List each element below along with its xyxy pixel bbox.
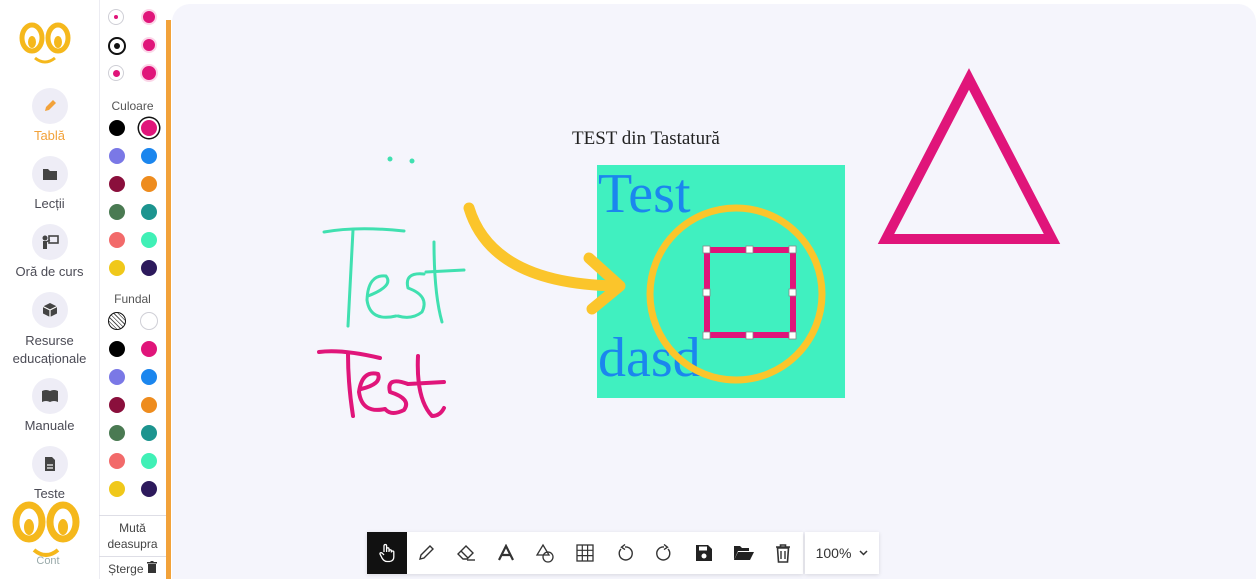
color-swatch-mint[interactable] bbox=[141, 232, 157, 248]
book-icon bbox=[31, 378, 68, 414]
trash-icon bbox=[146, 561, 157, 573]
selection-handles bbox=[702, 245, 797, 340]
color-swatch-magenta[interactable] bbox=[141, 120, 157, 136]
delete-label: Șterge bbox=[108, 562, 144, 576]
color-swatch-black[interactable] bbox=[109, 120, 125, 136]
fill-swatch-indigo[interactable] bbox=[141, 481, 157, 497]
fill-swatch-yellow[interactable] bbox=[109, 481, 125, 497]
green-handwriting-test bbox=[322, 156, 466, 328]
color-swatch-lavender[interactable] bbox=[109, 148, 125, 164]
undo-icon bbox=[618, 544, 633, 561]
open-folder-icon bbox=[733, 546, 754, 560]
nav-item-ora-de-curs[interactable]: Oră de curs bbox=[0, 224, 99, 279]
nav-label: Resurse educaționale bbox=[12, 333, 87, 366]
nav-item-teste[interactable]: Teste bbox=[0, 446, 99, 501]
color-section-title: Culoare bbox=[111, 99, 154, 113]
grid-tool-button[interactable] bbox=[565, 532, 605, 574]
color-swatch-indigo[interactable] bbox=[141, 260, 157, 276]
color-swatch-maroon[interactable] bbox=[109, 176, 125, 192]
text-tool-button[interactable] bbox=[486, 532, 526, 574]
palette-divider bbox=[99, 515, 166, 516]
nav-item-lectii[interactable]: Lecții bbox=[0, 156, 99, 211]
magenta-square-shape bbox=[704, 247, 796, 338]
fill-swatch-magenta[interactable] bbox=[141, 341, 157, 357]
hand-tool-button[interactable] bbox=[367, 532, 407, 574]
nav-label: Oră de curs bbox=[15, 264, 84, 279]
color-swatch-orange[interactable] bbox=[141, 176, 157, 192]
fill-swatch-teal[interactable] bbox=[141, 425, 157, 441]
pencil-icon bbox=[31, 88, 68, 124]
clear-canvas-button[interactable] bbox=[763, 532, 803, 574]
size-small-option[interactable] bbox=[108, 9, 124, 25]
fill-section-title: Fundal bbox=[114, 292, 151, 306]
redo-button[interactable] bbox=[644, 532, 684, 574]
delete-button[interactable]: Șterge bbox=[99, 561, 166, 577]
fill-swatch-lavender[interactable] bbox=[109, 369, 125, 385]
shapes-tool-button[interactable] bbox=[526, 532, 566, 574]
pen-tool-button[interactable] bbox=[407, 532, 447, 574]
size-small-swatch[interactable] bbox=[141, 9, 157, 25]
fill-swatch-orange[interactable] bbox=[141, 397, 157, 413]
save-button[interactable] bbox=[684, 532, 724, 574]
teacher-icon bbox=[31, 224, 68, 260]
shapes-icon bbox=[536, 543, 555, 563]
fill-swatch-mint[interactable] bbox=[141, 453, 157, 469]
fill-white-swatch[interactable] bbox=[140, 312, 158, 330]
trash-icon bbox=[776, 543, 791, 563]
magenta-triangle-shape bbox=[877, 68, 1061, 244]
eraser-icon bbox=[457, 545, 476, 561]
redo-icon bbox=[656, 544, 671, 561]
pen-icon bbox=[419, 545, 435, 560]
nav-label: Manuale bbox=[24, 418, 75, 433]
nav-item-tabla[interactable]: Tablă bbox=[0, 88, 99, 143]
palette-divider bbox=[99, 556, 166, 557]
zoom-select[interactable]: 100% bbox=[805, 532, 879, 574]
pink-handwriting-test bbox=[317, 349, 446, 418]
whiteboard-canvas[interactable]: TEST din Tastatură Test dasd bbox=[172, 4, 1256, 579]
yellow-arrow-shape bbox=[463, 202, 623, 292]
color-swatch-teal[interactable] bbox=[141, 204, 157, 220]
canvas-drawings bbox=[317, 68, 1061, 418]
nav-item-manuale[interactable]: Manuale bbox=[0, 378, 99, 433]
color-swatch-yellow[interactable] bbox=[109, 260, 125, 276]
cube-icon bbox=[31, 292, 68, 328]
grid-icon bbox=[576, 544, 594, 562]
text-icon bbox=[497, 544, 514, 561]
fill-none-swatch[interactable] bbox=[108, 312, 126, 330]
save-icon bbox=[695, 545, 712, 561]
nav-label: Lecții bbox=[34, 196, 65, 211]
hand-icon bbox=[379, 543, 395, 563]
zoom-value: 100% bbox=[815, 545, 852, 561]
size-large-swatch[interactable] bbox=[140, 64, 158, 82]
fill-swatch-blue[interactable] bbox=[141, 369, 157, 385]
folder-icon bbox=[31, 156, 68, 192]
color-swatch-blue[interactable] bbox=[141, 148, 157, 164]
main-nav: Tablă Lecții Oră de curs Resurse educați… bbox=[0, 0, 99, 579]
size-medium-option[interactable] bbox=[108, 37, 126, 55]
chevron-down-icon bbox=[859, 550, 868, 556]
nav-label: Teste bbox=[33, 486, 66, 501]
palette-scrollbar[interactable] bbox=[166, 20, 171, 579]
move-to-front-button[interactable]: Mută deasupra bbox=[99, 520, 166, 552]
undo-button[interactable] bbox=[605, 532, 645, 574]
eraser-tool-button[interactable] bbox=[446, 532, 486, 574]
logo-icon bbox=[12, 501, 80, 557]
color-swatch-salmon[interactable] bbox=[109, 232, 125, 248]
nav-item-resurse[interactable]: Resurse educaționale bbox=[0, 292, 99, 368]
fill-swatch-black[interactable] bbox=[109, 341, 125, 357]
logo-icon bbox=[19, 22, 71, 64]
fill-swatch-green[interactable] bbox=[109, 425, 125, 441]
fill-swatch-maroon[interactable] bbox=[109, 397, 125, 413]
size-large-option[interactable] bbox=[108, 65, 124, 81]
drawing-toolbar bbox=[367, 532, 803, 574]
fill-swatch-salmon[interactable] bbox=[109, 453, 125, 469]
document-icon bbox=[31, 446, 68, 482]
color-swatch-green[interactable] bbox=[109, 204, 125, 220]
nav-label: Tablă bbox=[33, 128, 66, 143]
open-button[interactable] bbox=[724, 532, 764, 574]
size-medium-swatch[interactable] bbox=[141, 37, 157, 53]
